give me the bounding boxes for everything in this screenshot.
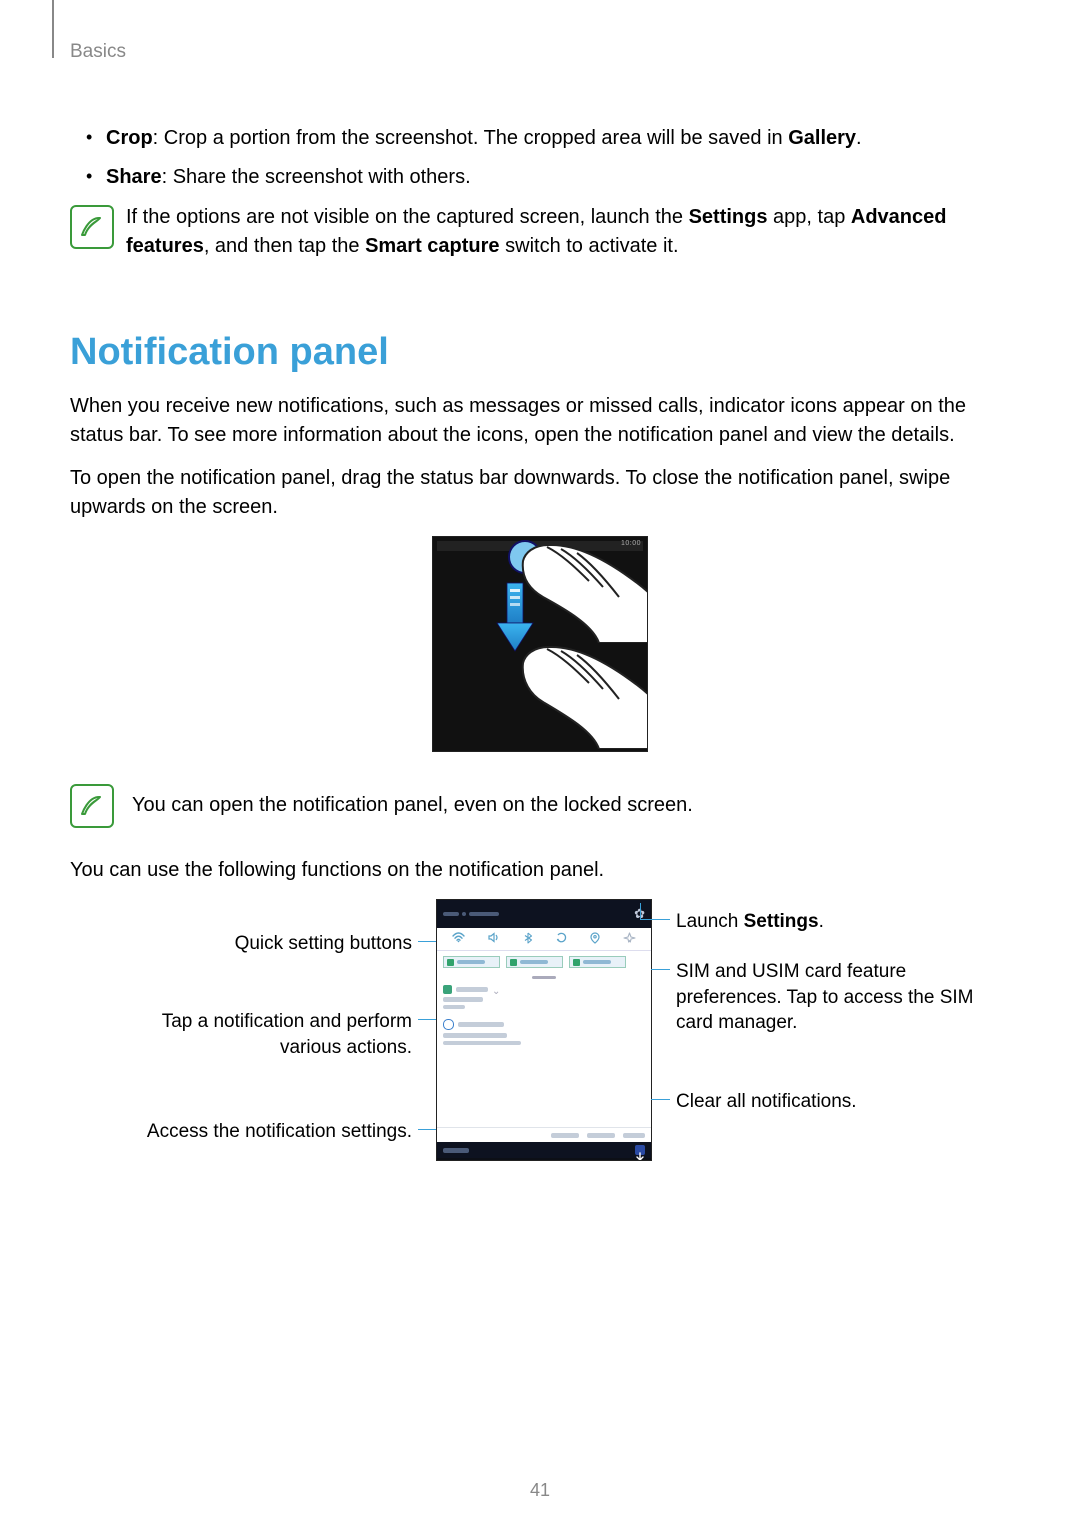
- callout-notification-tap: Tap a notification and perform various a…: [126, 1009, 412, 1060]
- share-text: : Share the screenshot with others.: [162, 166, 471, 188]
- callout-notification-settings: Access the notification settings.: [126, 1119, 412, 1145]
- gallery-term: Gallery: [788, 127, 856, 149]
- notification-diagram: ✿: [156, 899, 1016, 1169]
- para-1: When you receive new notifications, such…: [70, 392, 1010, 450]
- rotate-icon: [555, 932, 568, 947]
- crop-term: Crop: [106, 127, 153, 149]
- heading-notification-panel: Notification panel: [70, 331, 1010, 374]
- hand-top-icon: [503, 536, 648, 643]
- bullet-crop: Crop: Crop a portion from the screenshot…: [106, 125, 1010, 152]
- hand-bottom-icon: [507, 629, 648, 749]
- sim-row: [437, 950, 651, 973]
- callout-clear: Clear all notifications.: [676, 1089, 857, 1115]
- sound-icon: [487, 932, 500, 946]
- phone-mock: ✿: [436, 899, 652, 1161]
- note-2: You can open the notification panel, eve…: [70, 782, 1010, 828]
- share-term: Share: [106, 166, 162, 188]
- arrow-down-icon: [635, 1145, 645, 1155]
- figure-swipe-down: 10:00: [432, 536, 648, 752]
- bluetooth-icon: [523, 932, 533, 947]
- callout-sim: SIM and USIM card feature preferences. T…: [676, 959, 976, 1036]
- para-2: To open the notification panel, drag the…: [70, 464, 1010, 522]
- bullet-share: Share: Share the screenshot with others.: [106, 164, 1010, 191]
- callout-launch-settings: Launch Settings.: [676, 909, 824, 935]
- wifi-icon: [452, 932, 465, 946]
- notification-item: ⌄: [443, 985, 645, 1009]
- crop-text: : Crop a portion from the screenshot. Th…: [153, 127, 789, 149]
- note-2-text: You can open the notification panel, eve…: [132, 791, 1010, 820]
- note-1: If the options are not visible on the ca…: [70, 203, 1010, 261]
- note-1-text: If the options are not visible on the ca…: [126, 203, 1010, 261]
- note-icon: [70, 784, 114, 828]
- header-divider: [52, 0, 54, 58]
- footer-actions: [437, 1127, 651, 1142]
- para-3: You can use the following functions on t…: [70, 856, 1010, 885]
- section-header: Basics: [70, 41, 1010, 63]
- location-icon: [590, 932, 600, 947]
- airplane-icon: [623, 932, 636, 947]
- crop-tail: .: [856, 127, 862, 149]
- page-number: 41: [0, 1480, 1080, 1501]
- callout-quick-settings: Quick setting buttons: [156, 931, 412, 957]
- note-icon: [70, 205, 114, 249]
- bullet-list: Crop: Crop a portion from the screenshot…: [70, 125, 1010, 191]
- notification-item: [443, 1019, 645, 1045]
- quick-settings-row: [437, 928, 651, 950]
